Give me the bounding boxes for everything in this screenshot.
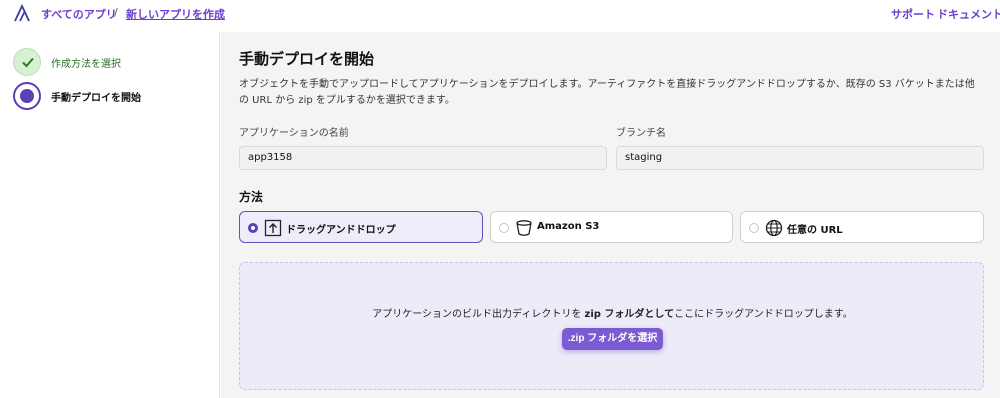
branch-name-input[interactable]: staging [616, 146, 984, 170]
step-manual-deploy[interactable]: 手動デプロイを開始 [13, 82, 213, 112]
method-option-amazon-s3[interactable]: Amazon S3 [490, 211, 733, 243]
step-complete-indicator [13, 48, 41, 76]
method-option-any-url[interactable]: 任意の URL [740, 211, 984, 243]
check-icon [22, 57, 34, 68]
radio-selected-icon[interactable] [248, 223, 258, 233]
bucket-icon [516, 220, 532, 236]
branch-name-label: ブランチ名 [616, 128, 666, 139]
method-label: 任意の URL [787, 225, 843, 236]
step-choose-method[interactable]: 作成方法を選択 [13, 48, 213, 78]
upload-icon [264, 219, 282, 237]
method-section-title: 方法 [239, 190, 264, 204]
support-link[interactable]: サポート [891, 6, 935, 22]
top-bar: すべてのアプリ / 新しいアプリを作成 サポート ドキュメント [0, 0, 1000, 28]
page-description: オブジェクトを手動でアップロードしてアプリケーションをデプロイします。アーティフ… [239, 79, 975, 106]
method-option-drag-drop[interactable]: ドラッグアンドドロップ [239, 211, 483, 243]
current-dot-icon [20, 89, 34, 103]
docs-link[interactable]: ドキュメント [937, 6, 1000, 22]
page-title: 手動デプロイを開始 [239, 50, 375, 68]
step-label: 作成方法を選択 [51, 59, 121, 70]
wizard-steps-sidebar: 作成方法を選択 手動デプロイを開始 [0, 32, 220, 398]
main-panel: 手動デプロイを開始 オブジェクトを手動でアップロードしてアプリケーションをデプロ… [221, 32, 1000, 398]
file-dropzone[interactable]: アプリケーションのビルド出力ディレクトリを zip フォルダとしてここにドラッグ… [239, 262, 984, 390]
radio-icon[interactable] [499, 223, 509, 233]
globe-icon [765, 219, 783, 237]
amplify-logo-icon[interactable] [13, 4, 33, 22]
method-label: Amazon S3 [537, 221, 600, 232]
select-zip-button[interactable]: .zip フォルダを選択 [562, 328, 663, 350]
app-name-label: アプリケーションの名前 [239, 128, 349, 139]
method-label: ドラッグアンドドロップ [286, 225, 396, 236]
breadcrumb-all-apps[interactable]: すべてのアプリ [41, 6, 117, 22]
breadcrumb-separator: / [114, 6, 118, 19]
radio-icon[interactable] [749, 223, 759, 233]
app-name-input[interactable]: app3158 [239, 146, 607, 170]
dropzone-instructions: アプリケーションのビルド出力ディレクトリを zip フォルダとしてここにドラッグ… [372, 309, 853, 320]
step-current-indicator [13, 82, 41, 110]
breadcrumb-new-app[interactable]: 新しいアプリを作成 [126, 6, 225, 22]
step-label: 手動デプロイを開始 [51, 93, 141, 104]
